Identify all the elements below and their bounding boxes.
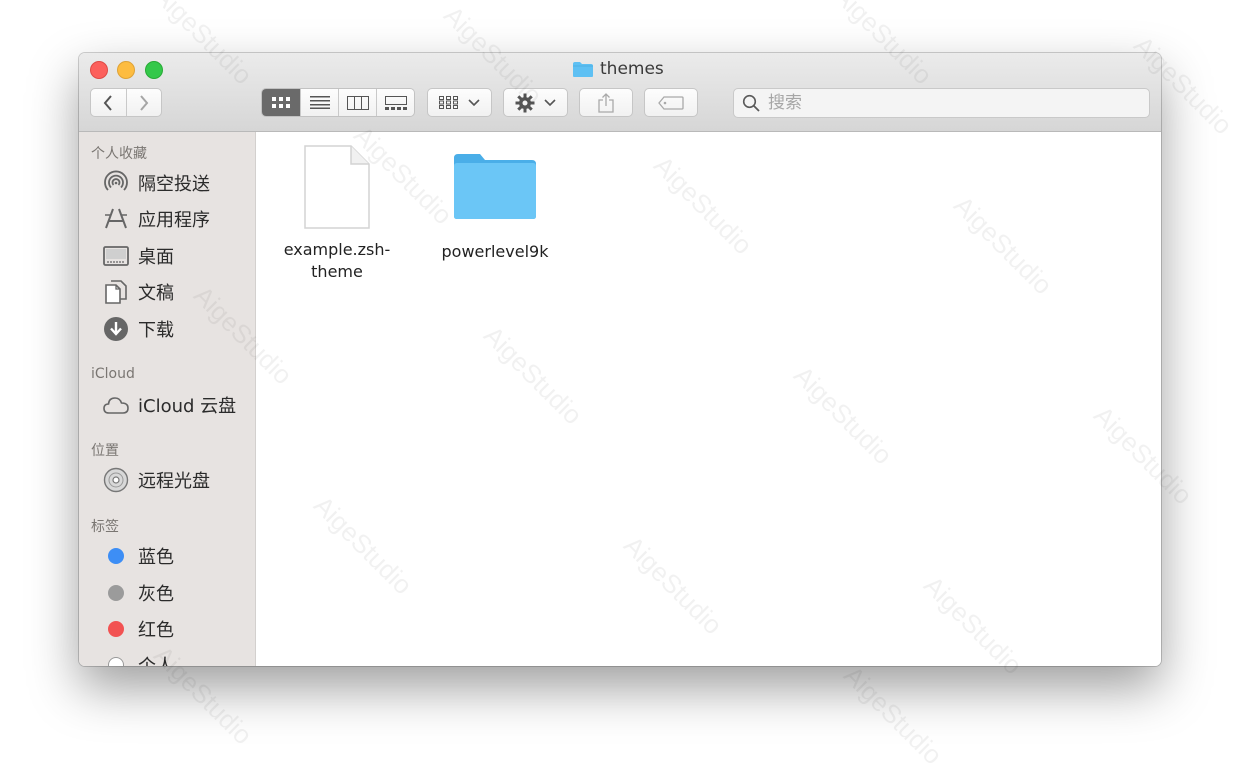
chevron-left-icon — [103, 94, 113, 111]
folder-icon — [434, 152, 556, 222]
documents-icon — [103, 279, 129, 305]
nav-buttons — [90, 88, 162, 117]
file-name: theme — [311, 262, 363, 281]
chevron-down-icon — [544, 98, 556, 106]
folder-item[interactable]: powerlevel9k — [434, 152, 556, 263]
column-view-icon — [346, 95, 369, 110]
minimize-button[interactable] — [117, 61, 135, 79]
forward-button[interactable] — [127, 89, 162, 116]
sidebar-item-remote-disc[interactable]: 远程光盘 — [103, 466, 210, 494]
sidebar-tag-personal[interactable]: 个人 — [103, 651, 174, 666]
section-title-tags: 标签 — [91, 519, 119, 535]
tag-dot-icon — [103, 580, 129, 606]
desktop-icon — [103, 243, 129, 269]
sidebar-item-downloads[interactable]: 下载 — [103, 315, 174, 343]
document-icon — [276, 144, 398, 231]
sidebar-item-label: 隔空投送 — [138, 174, 210, 195]
applications-icon — [103, 206, 129, 232]
icon-view-icon — [272, 96, 290, 108]
icon-view-button[interactable] — [262, 89, 300, 116]
group-button[interactable] — [427, 88, 492, 117]
sidebar-item-label: 下载 — [138, 320, 174, 341]
window-title: themes — [572, 58, 664, 80]
sidebar-item-label: 桌面 — [138, 247, 174, 268]
sidebar-item-label: 蓝色 — [138, 547, 174, 568]
sidebar-item-documents[interactable]: 文稿 — [103, 278, 174, 306]
downloads-icon — [103, 316, 129, 342]
sidebar: 个人收藏 隔空投送 应用程序 桌面 文稿 下载 iCloud iCloud 云盘… — [79, 132, 256, 666]
sidebar-item-airdrop[interactable]: 隔空投送 — [103, 169, 210, 197]
group-grid-icon — [439, 96, 458, 109]
section-title-favorites: 个人收藏 — [91, 146, 147, 162]
cloud-icon — [103, 392, 129, 418]
sidebar-item-desktop[interactable]: 桌面 — [103, 242, 174, 270]
action-button[interactable] — [503, 88, 568, 117]
list-view-button[interactable] — [300, 89, 338, 116]
file-name: example.zsh- — [283, 240, 391, 259]
sidebar-item-label: 个人 — [138, 652, 174, 666]
file-browser: example.zsh- theme powerlevel9k — [256, 132, 1161, 666]
finder-window: themes 搜索 个人收藏 隔空投送 应用程序 桌面 文稿 下载 iCloud… — [79, 53, 1161, 666]
titlebar: themes — [79, 53, 1161, 132]
search-icon — [742, 94, 760, 112]
window-title-text: themes — [600, 59, 664, 79]
search-field[interactable] — [733, 88, 1150, 118]
tag-dot-icon — [103, 652, 129, 666]
sidebar-item-applications[interactable]: 应用程序 — [103, 205, 210, 233]
tag-button[interactable] — [644, 88, 698, 117]
sidebar-item-label: 文稿 — [138, 283, 174, 304]
share-button[interactable] — [579, 88, 633, 117]
disc-icon — [103, 467, 129, 493]
watermark-text: AigeStudio — [838, 660, 949, 771]
sidebar-item-icloud-drive[interactable]: iCloud 云盘 — [103, 391, 236, 419]
tag-icon — [658, 95, 684, 110]
back-button[interactable] — [91, 89, 127, 116]
chevron-down-icon — [468, 98, 480, 106]
close-button[interactable] — [90, 61, 108, 79]
share-icon — [598, 92, 614, 113]
zoom-button[interactable] — [145, 61, 163, 79]
sidebar-tag-red[interactable]: 红色 — [103, 615, 174, 643]
sidebar-item-label: 应用程序 — [138, 210, 210, 231]
folder-name: powerlevel9k — [441, 242, 549, 261]
view-mode-control — [261, 88, 415, 117]
gallery-view-icon — [384, 95, 407, 110]
gear-icon — [515, 93, 535, 112]
sidebar-tag-gray[interactable]: 灰色 — [103, 579, 174, 607]
file-item[interactable]: example.zsh- theme — [276, 144, 398, 283]
folder-icon — [572, 61, 594, 78]
tag-dot-icon — [103, 543, 129, 569]
sidebar-item-label: 远程光盘 — [138, 471, 210, 492]
airdrop-icon — [103, 170, 129, 196]
section-title-locations: 位置 — [91, 443, 119, 459]
list-view-icon — [309, 96, 330, 109]
sidebar-item-label: 红色 — [138, 620, 174, 641]
search-input[interactable] — [766, 92, 1140, 114]
sidebar-tag-blue[interactable]: 蓝色 — [103, 542, 174, 570]
sidebar-item-label: 灰色 — [138, 584, 174, 605]
section-title-icloud: iCloud — [91, 366, 135, 382]
column-view-button[interactable] — [338, 89, 376, 116]
gallery-view-button[interactable] — [376, 89, 414, 116]
chevron-right-icon — [139, 94, 149, 111]
tag-dot-icon — [103, 616, 129, 642]
sidebar-item-label: iCloud 云盘 — [138, 396, 237, 417]
